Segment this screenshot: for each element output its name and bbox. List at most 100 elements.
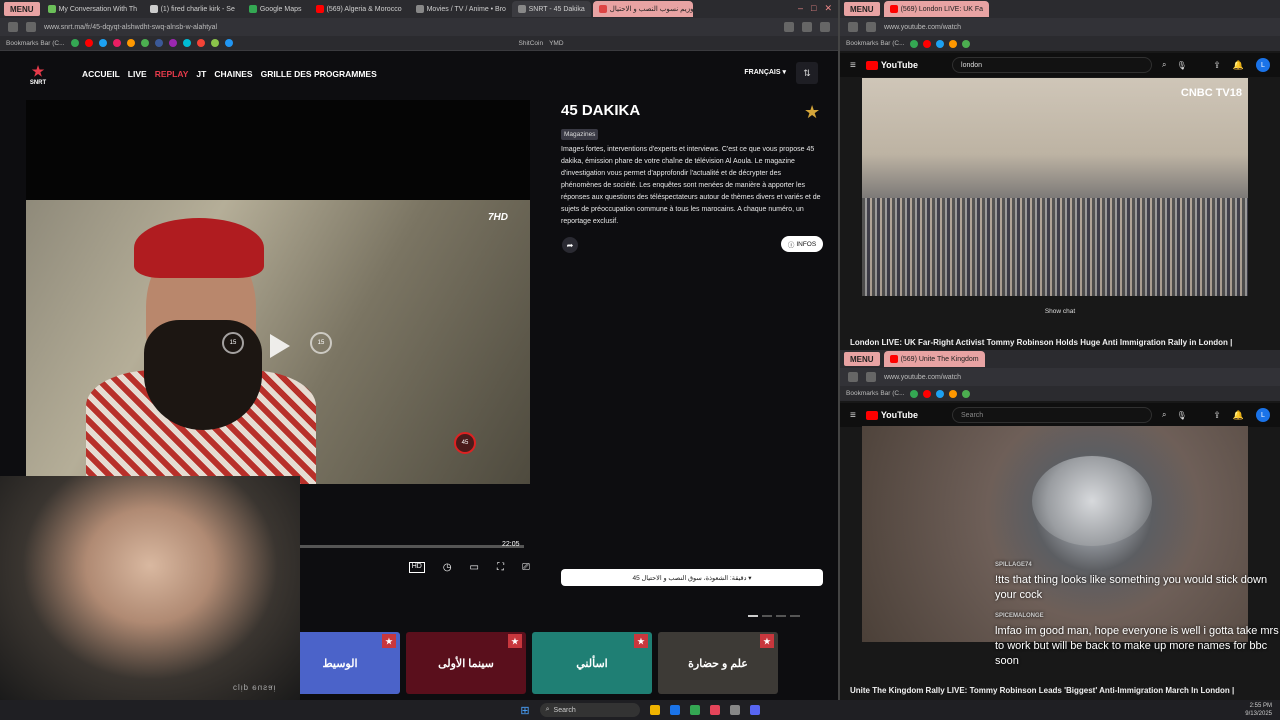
- nav-jt[interactable]: JT: [196, 69, 206, 79]
- search-icon[interactable]: ⌕: [1162, 60, 1166, 70]
- avatar[interactable]: L: [1256, 408, 1270, 422]
- back-icon[interactable]: [848, 22, 858, 32]
- tab-item[interactable]: Movies / TV / Anime • Bro: [410, 1, 510, 17]
- bookmark-icon[interactable]: [196, 39, 205, 47]
- program-card[interactable]: علم و حضارة ★: [658, 632, 778, 694]
- tab-item[interactable]: Google Maps: [243, 1, 308, 17]
- system-clock[interactable]: 2:55 PM 9/13/2025: [1245, 702, 1272, 718]
- bell-icon[interactable]: 🔔: [1233, 410, 1244, 421]
- back-icon[interactable]: [848, 372, 858, 382]
- bookmark-item[interactable]: Bookmarks Bar (C...: [846, 40, 905, 47]
- bookmark-icon[interactable]: [112, 39, 121, 47]
- bookmark-icon[interactable]: [909, 389, 918, 398]
- hd-button[interactable]: HD: [408, 561, 425, 573]
- extension-icon[interactable]: [820, 22, 830, 32]
- minimize-button[interactable]: –: [798, 3, 803, 14]
- bookmark-item[interactable]: YMD: [549, 40, 563, 47]
- tab-item[interactable]: دوزيم نسوب النصب و الاحتيال: [592, 1, 693, 17]
- bookmark-icon[interactable]: [224, 39, 233, 47]
- tab-item[interactable]: (569) Algeria & Morocco: [310, 1, 408, 17]
- bookmark-icon[interactable]: [909, 39, 918, 48]
- upload-icon[interactable]: ⇪: [1213, 410, 1221, 421]
- search-input[interactable]: Search: [952, 407, 1153, 423]
- maximize-button[interactable]: □: [811, 3, 816, 14]
- search-icon[interactable]: ⌕: [1162, 410, 1166, 420]
- language-selector[interactable]: FRANÇAIS ▾: [744, 68, 786, 76]
- search-input[interactable]: london: [952, 57, 1153, 73]
- folder-icon[interactable]: [649, 705, 660, 715]
- tab-item-active[interactable]: SNRT - 45 Dakika: [511, 1, 591, 17]
- url-input[interactable]: www.snrt.ma/fr/45-dqyqt-alshwdht-swq-aln…: [44, 24, 776, 31]
- page-dot[interactable]: [762, 615, 772, 617]
- discord-icon[interactable]: [749, 705, 760, 715]
- bookmark-icon[interactable]: [154, 39, 163, 47]
- url-input[interactable]: www.youtube.com/watch: [884, 24, 961, 31]
- bookmark-icon[interactable]: [948, 389, 957, 398]
- reload-icon[interactable]: [866, 372, 876, 382]
- tab-item[interactable]: (1) fired charlie kirk - Se: [144, 1, 241, 17]
- infos-button[interactable]: ⓘ INFOS: [781, 236, 823, 252]
- bookmark-icon[interactable]: [70, 39, 79, 47]
- youtube-logo[interactable]: YouTube: [865, 410, 918, 420]
- bookmark-icon[interactable]: [140, 39, 149, 47]
- skip-forward-button[interactable]: 15: [310, 332, 332, 354]
- bookmark-icon[interactable]: [961, 39, 970, 48]
- program-card[interactable]: اسألني ★: [532, 632, 652, 694]
- nav-accueil[interactable]: ACCUEIL: [82, 69, 120, 79]
- snrt-logo[interactable]: ★ SNRT: [26, 60, 50, 88]
- bookmark-icon[interactable]: [168, 39, 177, 47]
- cast-icon[interactable]: ⎚: [522, 562, 530, 573]
- menu-button[interactable]: MENU: [4, 2, 40, 16]
- youtube-video[interactable]: CNBC TV18: [862, 78, 1248, 296]
- page-dot[interactable]: [776, 615, 786, 617]
- bookmark-item[interactable]: Bookmarks Bar (C...: [6, 40, 65, 47]
- video-player[interactable]: 7HD 15 15 45: [26, 200, 530, 484]
- reload-icon[interactable]: [26, 22, 36, 32]
- fullscreen-icon[interactable]: ⛶: [497, 562, 504, 573]
- bookmark-item[interactable]: Bookmarks Bar (C...: [846, 390, 905, 397]
- avatar[interactable]: L: [1256, 58, 1270, 72]
- page-dot[interactable]: [790, 615, 800, 617]
- bookmark-icon[interactable]: [98, 39, 107, 47]
- bookmark-item[interactable]: ShitCoin: [519, 40, 544, 47]
- hamburger-icon[interactable]: ≡: [850, 60, 856, 71]
- bookmark-icon[interactable]: [961, 389, 970, 398]
- show-chat-button[interactable]: Show chat: [840, 308, 1280, 315]
- menu-button[interactable]: MENU: [844, 2, 880, 16]
- episode-selector[interactable]: 45 دقيقة: الشعوذة، سوق النصب و الاحتيال …: [561, 569, 823, 586]
- bookmark-icon[interactable]: [922, 389, 931, 398]
- upload-icon[interactable]: ⇪: [1213, 60, 1221, 71]
- program-card[interactable]: سينما الأولى ★: [406, 632, 526, 694]
- extension-icon[interactable]: [802, 22, 812, 32]
- reload-icon[interactable]: [866, 22, 876, 32]
- share-icon[interactable]: ➦: [562, 237, 578, 253]
- nav-replay[interactable]: REPLAY: [155, 69, 189, 79]
- favorite-icon[interactable]: ★: [804, 102, 820, 123]
- pip-icon[interactable]: ▭: [470, 562, 479, 573]
- nav-chaines[interactable]: CHAINES: [214, 69, 252, 79]
- windows-start-icon[interactable]: ⊞: [520, 704, 529, 717]
- mic-icon[interactable]: 🎙: [1177, 61, 1187, 70]
- bookmark-icon[interactable]: [210, 39, 219, 47]
- tab-item-active[interactable]: (569) Unite The Kingdom: [883, 351, 985, 367]
- bell-icon[interactable]: 🔔: [1233, 60, 1244, 71]
- bookmark-icon[interactable]: [126, 39, 135, 47]
- nav-grille[interactable]: GRILLE DES PROGRAMMES: [261, 69, 377, 79]
- url-input[interactable]: www.youtube.com/watch: [884, 374, 961, 381]
- chrome-icon[interactable]: [689, 705, 700, 715]
- youtube-logo[interactable]: YouTube: [865, 60, 918, 70]
- opera-icon[interactable]: [709, 705, 720, 715]
- edge-icon[interactable]: [669, 705, 680, 715]
- settings-icon[interactable]: [729, 705, 740, 715]
- tab-item[interactable]: My Conversation With Th: [42, 1, 142, 17]
- close-button[interactable]: ✕: [824, 3, 832, 14]
- back-icon[interactable]: [8, 22, 18, 32]
- nav-live[interactable]: LIVE: [128, 69, 147, 79]
- speed-icon[interactable]: ◷: [443, 562, 452, 573]
- play-overlay-icon[interactable]: [270, 334, 290, 358]
- bookmark-icon[interactable]: [935, 39, 944, 48]
- menu-button[interactable]: MENU: [844, 352, 880, 366]
- skip-back-button[interactable]: 15: [222, 332, 244, 354]
- bookmark-icon[interactable]: [182, 39, 191, 47]
- taskbar-search[interactable]: ⌕ Search: [539, 703, 640, 717]
